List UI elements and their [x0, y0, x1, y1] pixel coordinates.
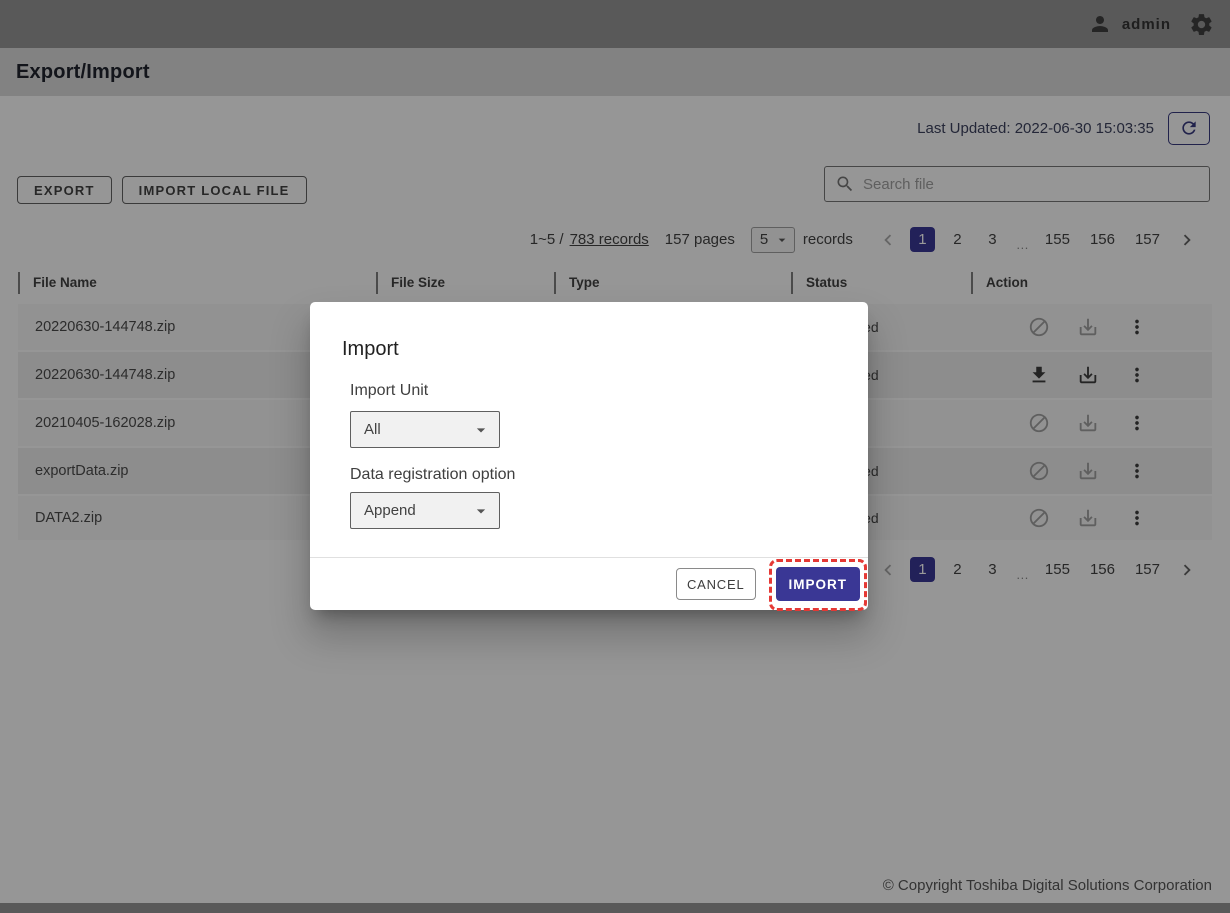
data-registration-label: Data registration option — [350, 466, 868, 484]
app-screen: admin Export/Import Last Updated: 2022-0… — [0, 0, 1230, 913]
dialog-footer: CANCEL IMPORT — [310, 557, 868, 610]
cancel-button[interactable]: CANCEL — [676, 568, 756, 600]
import-unit-label: Import Unit — [350, 382, 868, 400]
dialog-title: Import — [310, 302, 868, 361]
dropdown-arrow-icon — [471, 420, 491, 440]
import-unit-value: All — [364, 421, 381, 438]
import-unit-select[interactable]: All — [350, 411, 500, 448]
data-registration-value: Append — [364, 502, 416, 519]
import-button[interactable]: IMPORT — [776, 567, 861, 601]
import-dialog: Import Import Unit All Data registration… — [310, 302, 868, 610]
data-registration-select[interactable]: Append — [350, 492, 500, 529]
dropdown-arrow-icon — [471, 501, 491, 521]
